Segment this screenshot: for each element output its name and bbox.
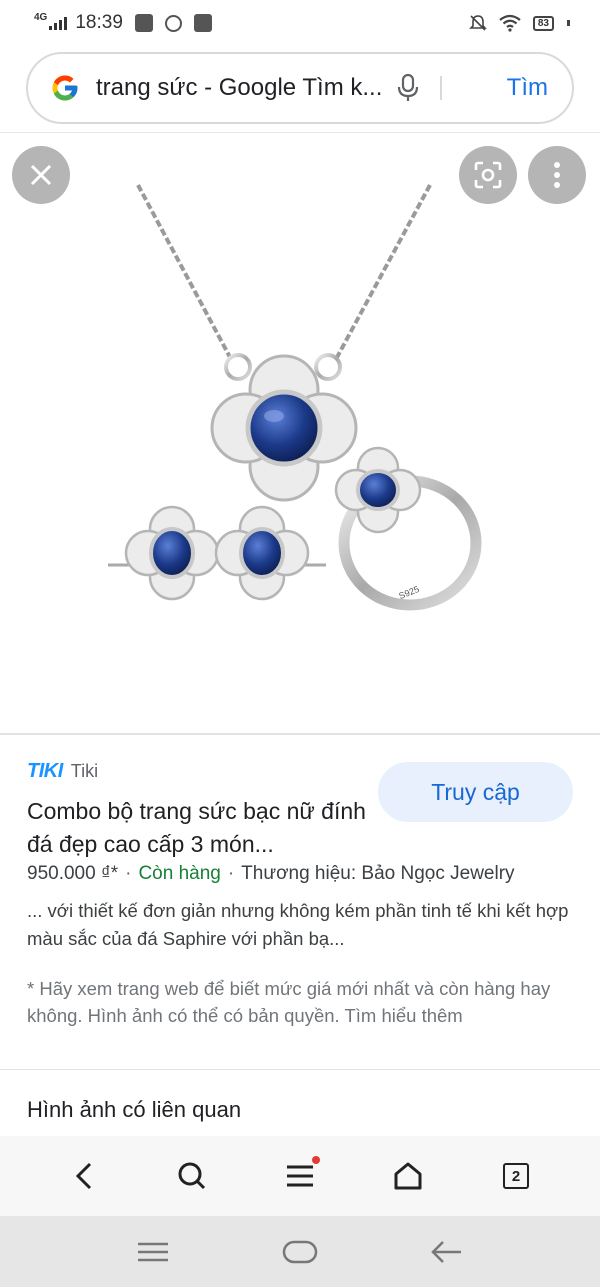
home-icon [394, 1162, 422, 1190]
menu-icon [287, 1165, 313, 1187]
tab-count: 2 [503, 1163, 529, 1189]
result-title[interactable]: Combo bộ trang sức bạc nữ đính đá đẹp ca… [27, 795, 367, 861]
result-source[interactable]: TIKI Tiki [27, 760, 98, 783]
price: 950.000 ₫* [27, 863, 119, 884]
wifi-icon [499, 14, 521, 32]
source-name: Tiki [70, 761, 99, 781]
status-bar: 4G 18:39 83 [0, 0, 600, 46]
google-logo-icon [52, 75, 78, 101]
search-icon [178, 1162, 206, 1190]
network-type: 4G [34, 11, 48, 23]
system-navigation [0, 1216, 600, 1287]
search-tab-button[interactable] [168, 1152, 216, 1200]
ring-engraving: S925 [397, 584, 420, 601]
tiki-logo: TIKI [27, 760, 63, 782]
disclaimer: * Hãy xem trang web để biết mức giá mới … [27, 978, 551, 1026]
jewelry-image: S925 [108, 184, 482, 611]
tabs-button[interactable]: 2 [492, 1152, 540, 1200]
section-divider [0, 1069, 600, 1070]
back-button[interactable] [60, 1152, 108, 1200]
clock: 18:39 [75, 12, 123, 33]
app-notification-icon [193, 14, 212, 32]
stock-status: Còn hàng [138, 863, 221, 884]
recent-apps-icon[interactable] [137, 1241, 169, 1263]
search-divider [440, 76, 442, 100]
status-left: 4G 18:39 [34, 12, 212, 34]
close-button[interactable] [12, 146, 70, 204]
mute-bell-icon [468, 15, 487, 31]
more-vert-icon [554, 162, 560, 188]
lens-icon [474, 161, 502, 189]
browser-toolbar: 2 [0, 1136, 600, 1216]
google-lens-button[interactable] [459, 146, 517, 204]
result-meta: 950.000 ₫* · Còn hàng · Thương hiệu: Bảo Ngọ… [27, 863, 515, 885]
result-description: ... với thiết kế đơn giản nhưng không ké… [27, 900, 569, 949]
system-back-icon[interactable] [431, 1240, 463, 1264]
home-button[interactable] [384, 1152, 432, 1200]
search-bar[interactable]: trang sức - Google Tìm k... Tìm [26, 52, 574, 124]
battery-tip [567, 20, 570, 26]
image-divider [0, 733, 600, 735]
meta-separator: · [125, 863, 132, 884]
meta-separator: · [227, 863, 235, 884]
system-home-icon[interactable] [282, 1240, 318, 1264]
status-right: 83 [468, 14, 570, 32]
microphone-icon[interactable] [396, 73, 420, 103]
tiktok-notification-icon [164, 14, 182, 32]
signal-icon [49, 16, 68, 30]
chevron-left-icon [75, 1162, 92, 1190]
search-query[interactable]: trang sức - Google Tìm k... [96, 74, 386, 102]
message-notification-icon [134, 14, 153, 32]
notification-dot [312, 1156, 320, 1164]
search-button[interactable]: Tìm [507, 74, 548, 102]
brand: Thương hiệu: Bảo Ngọc Jewelry [241, 863, 515, 884]
battery-icon: 83 [532, 15, 554, 31]
visit-button[interactable]: Truy cập [378, 762, 573, 822]
battery-level: 83 [537, 17, 549, 29]
related-images-heading: Hình ảnh có liên quan [27, 1097, 242, 1122]
menu-button[interactable] [276, 1152, 324, 1200]
image-preview[interactable]: S925 [0, 133, 600, 733]
close-icon [30, 164, 52, 186]
more-options-button[interactable] [528, 146, 586, 204]
